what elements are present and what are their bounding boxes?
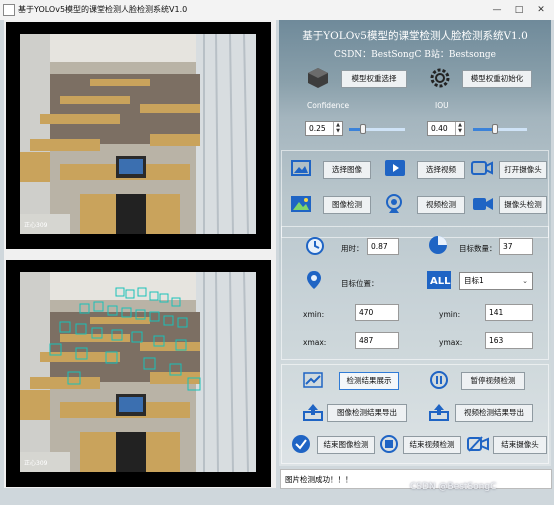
result-image-frame: 正心309 — [6, 260, 271, 487]
original-image: 正心309 — [20, 34, 256, 234]
image-detect-button[interactable]: 图像检测 — [323, 196, 371, 214]
spin-arrows-icon[interactable]: ▲ ▼ — [333, 122, 342, 135]
check-circle-icon — [292, 435, 310, 453]
stop-image-button[interactable]: 结束图像检测 — [317, 436, 375, 454]
iou-spinbox[interactable]: 0.40 ▲ ▼ — [427, 121, 465, 136]
xmax-label: xmax: — [303, 338, 327, 347]
confidence-spinbox[interactable]: 0.25 ▲ ▼ — [305, 121, 343, 136]
line-chart-icon — [303, 372, 323, 388]
svg-text:ALL: ALL — [430, 276, 451, 287]
pause-icon — [430, 371, 448, 389]
target-count-field[interactable]: 37 — [499, 238, 533, 255]
time-field[interactable]: 0.87 — [367, 238, 399, 255]
header-title: 基于YOLOv5模型的课堂检测人脸检测系统V1.0 — [302, 30, 528, 42]
select-weights-button[interactable]: 模型权重选择 — [341, 70, 407, 88]
confidence-slider[interactable] — [349, 124, 405, 134]
window-title: 基于YOLOv5模型的课堂检测人脸检测系统V1.0 — [18, 5, 188, 14]
control-pane: 基于YOLOv5模型的课堂检测人脸检测系统V1.0 CSDN：BestSongC… — [279, 20, 551, 466]
webcam-icon — [386, 194, 402, 213]
select-image-button[interactable]: 选择图像 — [323, 161, 371, 179]
image-icon — [291, 160, 311, 176]
stop-camera-button[interactable]: 结束摄像头 — [493, 436, 547, 454]
pause-video-button[interactable]: 暂停视频检测 — [461, 372, 525, 390]
chevron-down-icon: ⌄ — [522, 277, 528, 285]
time-label: 用时： — [341, 244, 364, 253]
ymin-label: ymin: — [439, 310, 461, 319]
target-select[interactable]: 目标1 ⌄ — [459, 272, 533, 290]
app-icon — [3, 4, 15, 16]
ymin-field[interactable]: 141 — [485, 304, 533, 321]
clock-icon — [306, 237, 324, 255]
maximize-button[interactable]: □ — [508, 0, 530, 20]
select-video-button[interactable]: 选择视频 — [417, 161, 465, 179]
export-image-button[interactable]: 图像检测结果导出 — [327, 404, 407, 422]
show-result-button[interactable]: 检测结果展示 — [339, 372, 399, 390]
upload-icon — [303, 404, 323, 421]
upload-icon — [429, 404, 449, 421]
watermark: CSDN @BestSongC — [410, 482, 497, 492]
image-pane: 正心309 正心309 — [4, 20, 276, 488]
xmin-label: xmin: — [303, 310, 325, 319]
video-detect-button[interactable]: 视频检测 — [417, 196, 465, 214]
close-button[interactable]: ✕ — [530, 0, 552, 20]
confidence-value: 0.25 — [309, 124, 326, 133]
target-select-value: 目标1 — [464, 276, 484, 285]
bottom-frame-caption: 正心309 — [24, 460, 48, 467]
top-frame-caption: 正心309 — [24, 222, 48, 229]
xmin-field[interactable]: 470 — [355, 304, 399, 321]
location-pin-icon — [307, 271, 321, 289]
target-count-label: 目标数量： — [459, 244, 497, 253]
iou-label: IOU — [435, 101, 449, 110]
ymax-field[interactable]: 163 — [485, 332, 533, 349]
original-image-frame: 正心309 — [6, 22, 271, 249]
stop-circle-icon — [380, 435, 398, 453]
title-bar: 基于YOLOv5模型的课堂检测人脸检测系统V1.0 — □ ✕ — [0, 0, 554, 21]
video-camera-icon — [473, 198, 493, 210]
iou-slider-handle[interactable] — [491, 124, 498, 134]
xmax-field[interactable]: 487 — [355, 332, 399, 349]
status-message: 图片检测成功！！！ — [285, 475, 353, 484]
landscape-icon — [291, 196, 311, 212]
gear-icon — [430, 68, 450, 88]
spin-arrows-icon[interactable]: ▲ ▼ — [455, 122, 464, 135]
confidence-slider-handle[interactable] — [360, 124, 366, 134]
all-targets-icon: ALL — [427, 271, 451, 289]
export-video-button[interactable]: 视频检测结果导出 — [455, 404, 533, 422]
camera-off-icon — [467, 436, 489, 452]
header-credits: CSDN：BestSongC B站：Bestsonge — [334, 50, 496, 60]
pie-chart-icon — [429, 236, 447, 254]
confidence-label: Confidence — [307, 101, 350, 110]
init-weights-button[interactable]: 模型权重初始化 — [462, 70, 532, 88]
iou-slider[interactable] — [473, 124, 527, 134]
cube-icon — [308, 68, 328, 88]
open-camera-button[interactable]: 打开摄像头 — [499, 161, 547, 179]
ymax-label: ymax: — [439, 338, 463, 347]
result-image: 正心309 — [20, 272, 256, 472]
play-video-icon — [385, 160, 405, 176]
camera-detect-button[interactable]: 摄像头检测 — [499, 196, 547, 214]
stop-video-button[interactable]: 结束视频检测 — [403, 436, 461, 454]
target-position-label: 目标位置： — [341, 279, 379, 288]
camera-icon — [471, 161, 493, 175]
minimize-button[interactable]: — — [486, 0, 508, 20]
iou-value: 0.40 — [431, 124, 448, 133]
